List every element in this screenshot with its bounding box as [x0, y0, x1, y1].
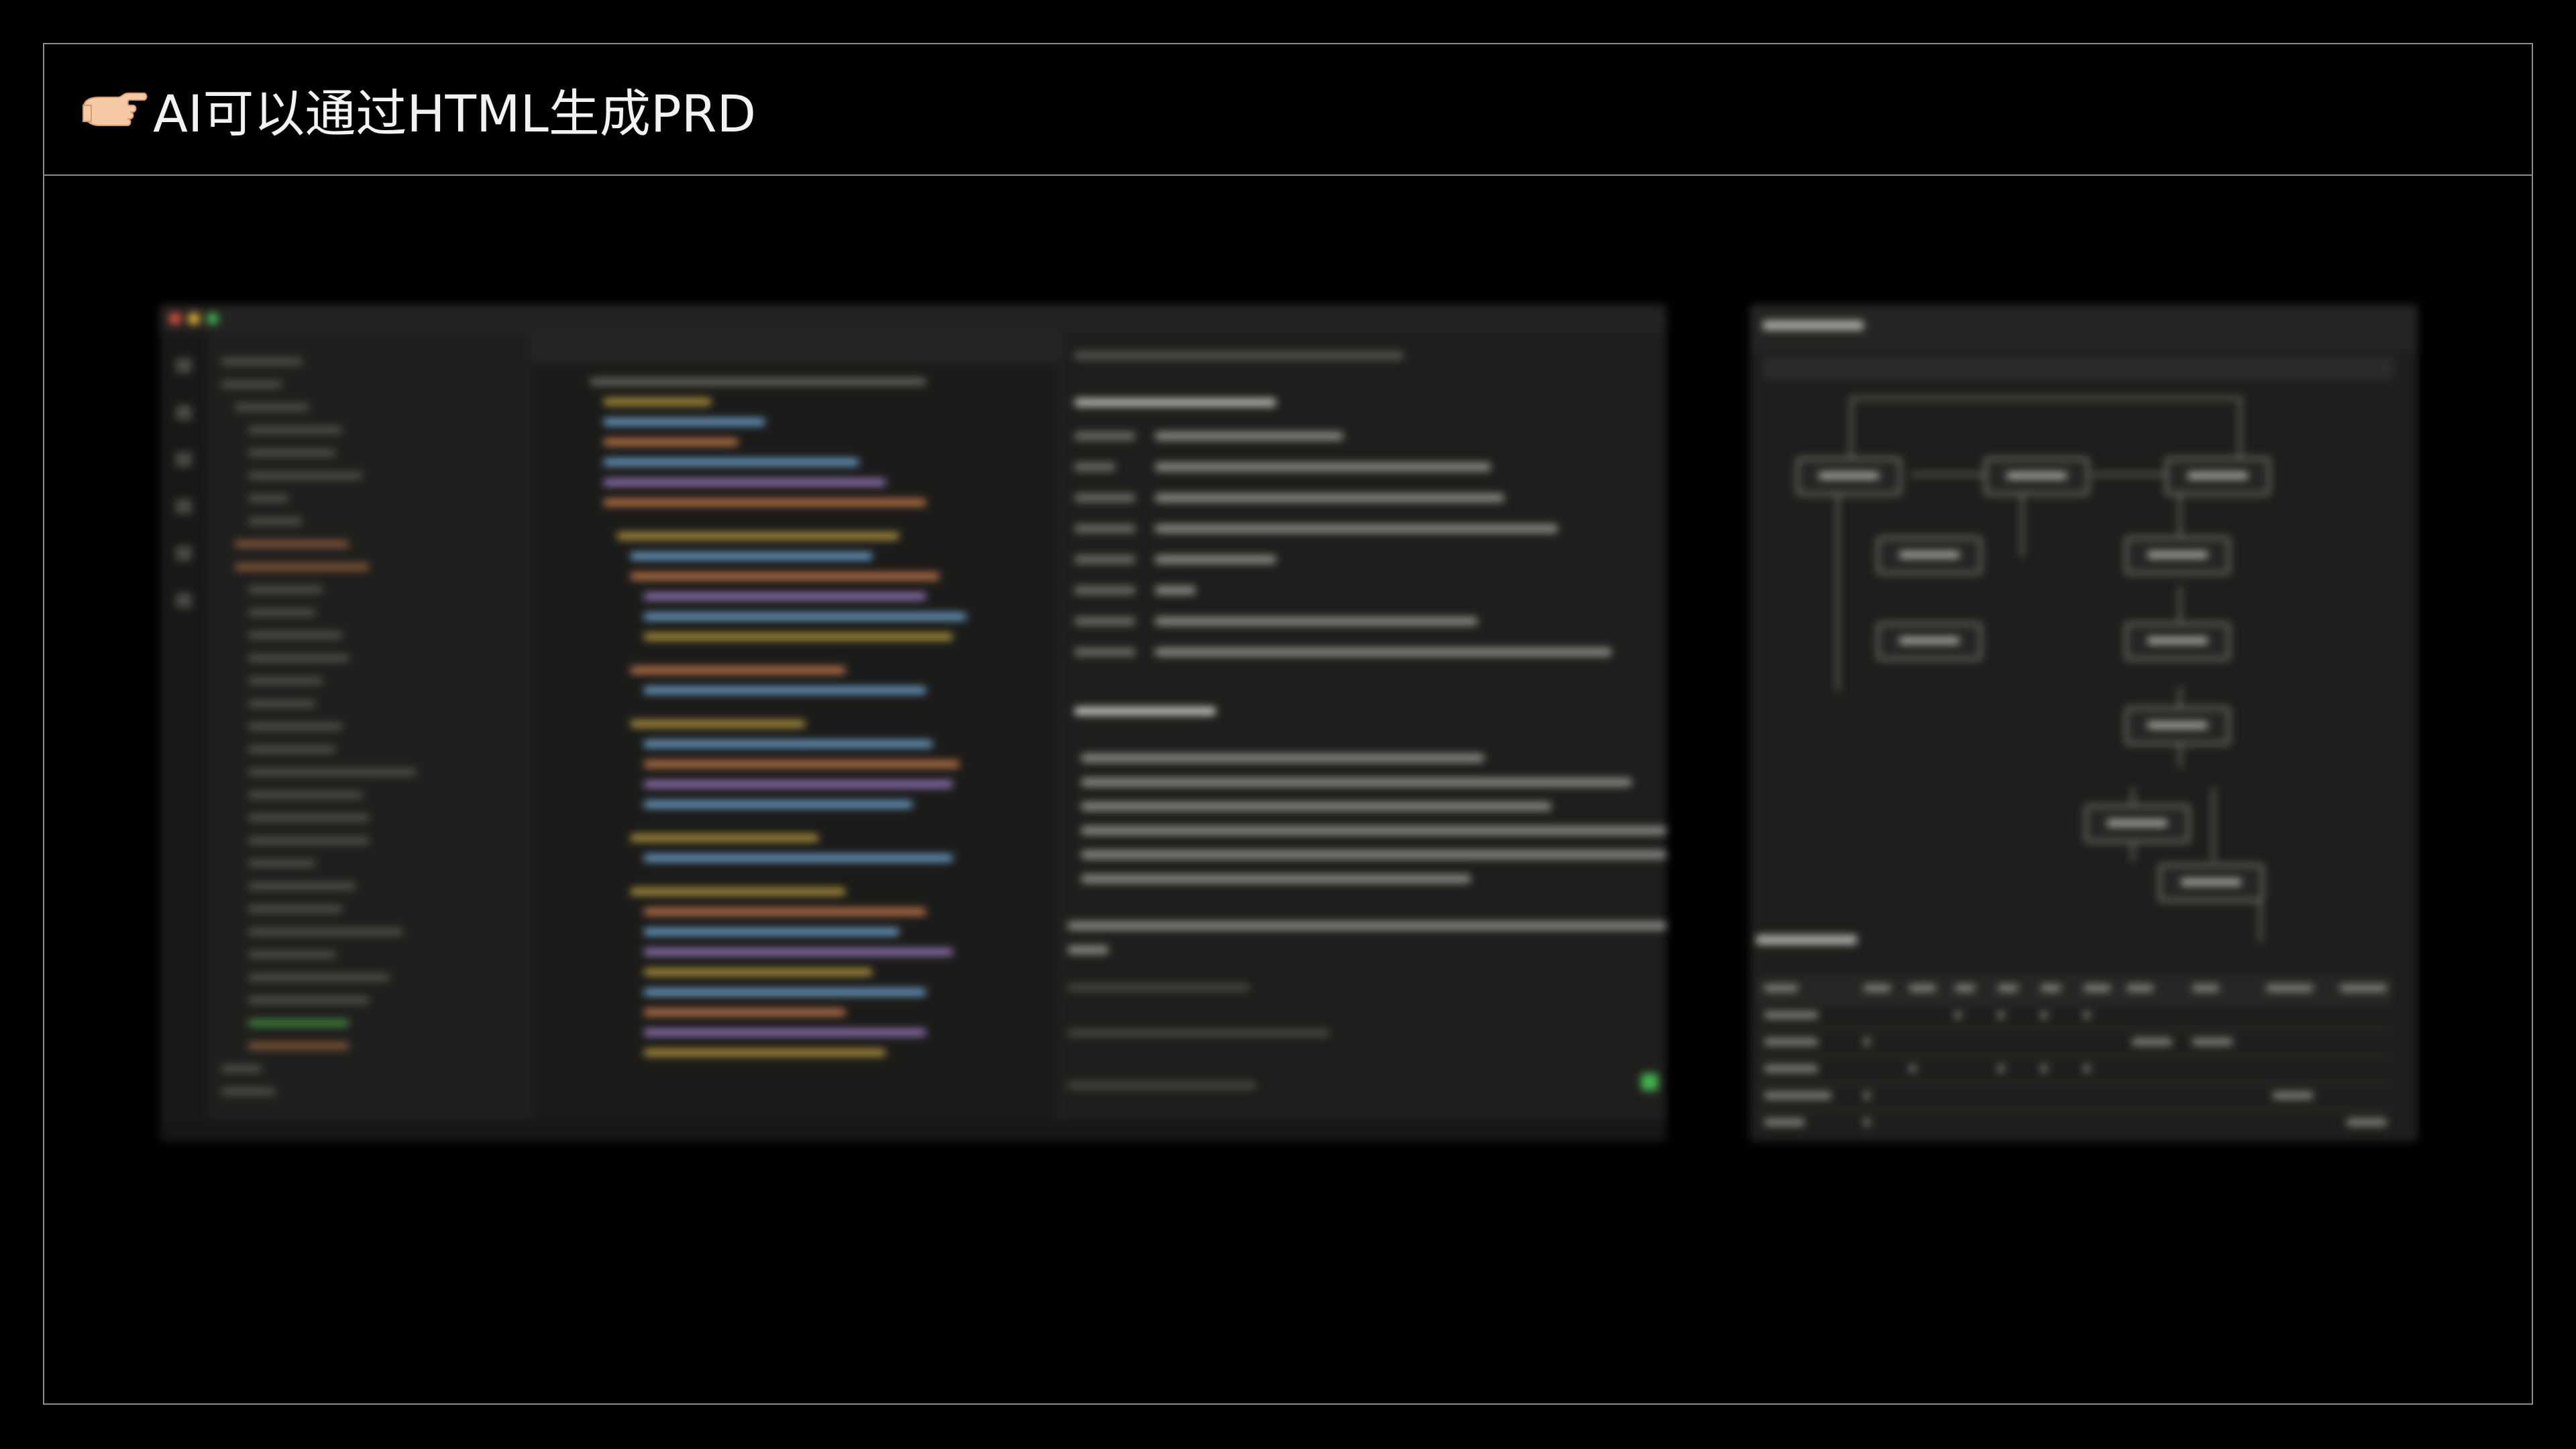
zoom-dot-icon [207, 313, 219, 325]
extensions-icon [176, 546, 192, 561]
minimize-dot-icon [188, 313, 200, 325]
ide-screenshot [160, 305, 1666, 1142]
flow-node [1984, 458, 2089, 495]
ide-titlebar [160, 305, 1666, 331]
git-icon [176, 452, 192, 467]
flow-node [1796, 458, 1901, 495]
slide-frame: AI可以通过HTML生成PRD [43, 43, 2533, 1405]
code-editor [530, 331, 1060, 1120]
flow-node [1877, 537, 1982, 574]
search-icon [176, 405, 192, 420]
debug-icon [176, 499, 192, 514]
slide-header: AI可以通过HTML生成PRD [44, 44, 2532, 176]
activity-bar [160, 331, 208, 1120]
editor-tabs [530, 331, 1060, 362]
flow-node [2165, 458, 2270, 495]
flow-node [2125, 707, 2230, 745]
flow-node [1877, 623, 1982, 660]
flow-node [2125, 623, 2230, 660]
files-icon [176, 358, 192, 373]
settings-icon [176, 593, 192, 608]
flow-node [2125, 537, 2230, 574]
flow-node [2159, 864, 2263, 902]
flowchart-screenshot [1750, 305, 2418, 1142]
file-explorer [208, 331, 530, 1120]
pointing-right-hand-icon [82, 93, 148, 126]
close-dot-icon [169, 313, 181, 325]
status-bar [160, 1120, 1666, 1142]
send-button [1641, 1073, 1658, 1091]
matrix-table [1756, 975, 2391, 1136]
flowchart-header [1750, 305, 2418, 352]
page-title: AI可以通过HTML生成PRD [153, 84, 757, 144]
flow-node [2085, 805, 2190, 843]
markdown-preview [1060, 331, 1666, 1120]
